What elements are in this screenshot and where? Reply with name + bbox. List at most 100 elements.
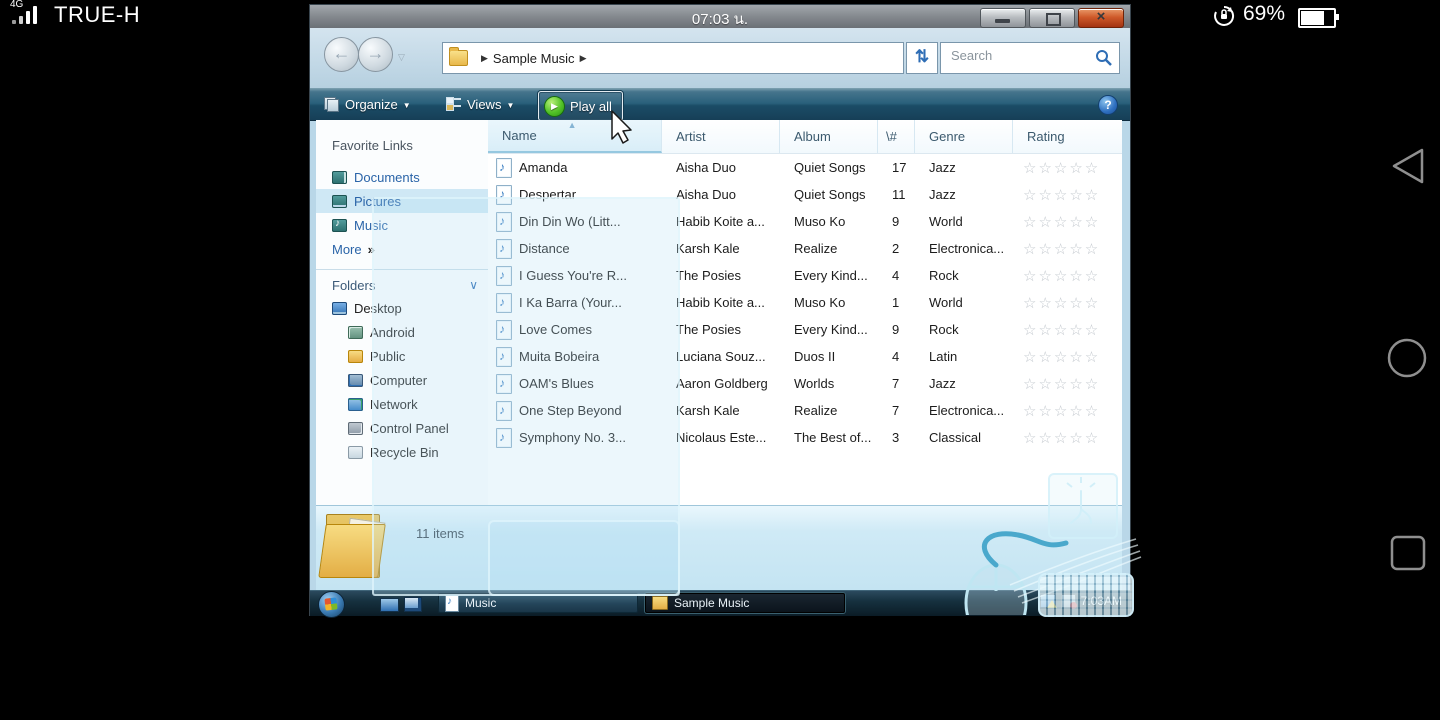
rating-stars[interactable]: ☆☆☆☆☆ xyxy=(1013,213,1122,231)
user-folder-icon xyxy=(348,326,363,339)
explorer-window: 07:03 น. × ← → ▽ ▶ Sample Music ▶ ⇅ xyxy=(310,5,1130,615)
tree-item-android[interactable]: Android xyxy=(316,320,488,344)
views-icon xyxy=(446,97,462,111)
cell-name: Love Comes xyxy=(488,320,662,340)
back-nav-button[interactable]: ← xyxy=(324,37,359,72)
folder-icon xyxy=(348,350,363,363)
rating-stars[interactable]: ☆☆☆☆☆ xyxy=(1013,402,1122,420)
folder-tree: DesktopAndroidPublicComputerNetworkContr… xyxy=(316,296,488,464)
forward-nav-button[interactable]: → xyxy=(358,37,393,72)
tree-item-network[interactable]: Network xyxy=(316,392,488,416)
folders-header[interactable]: Folders ∨ xyxy=(316,274,488,296)
search-icon xyxy=(1095,49,1113,67)
rating-stars[interactable]: ☆☆☆☆☆ xyxy=(1013,321,1122,339)
back-button[interactable] xyxy=(1386,146,1430,186)
table-row[interactable]: Muita BobeiraLuciana Souz...Duos II4Lati… xyxy=(488,343,1122,370)
rating-stars[interactable]: ☆☆☆☆☆ xyxy=(1013,159,1122,177)
taskbar-button-sample-music[interactable]: Sample Music xyxy=(645,593,845,613)
views-menu-button[interactable]: Views ▼ xyxy=(446,88,514,120)
task-label: Sample Music xyxy=(674,596,749,610)
cell-genre: Classical xyxy=(915,430,1013,445)
table-row[interactable]: AmandaAisha DuoQuiet Songs17Jazz☆☆☆☆☆ xyxy=(488,154,1122,181)
recent-pages-dropdown-icon[interactable]: ▽ xyxy=(398,52,405,63)
cell-track-number: 4 xyxy=(878,349,915,364)
cell-genre: Rock xyxy=(915,322,1013,337)
rating-stars[interactable]: ☆☆☆☆☆ xyxy=(1013,348,1122,366)
table-row[interactable]: Din Din Wo (Litt...Habib Koite a...Muso … xyxy=(488,208,1122,235)
sidebar-item-pictures[interactable]: Pictures xyxy=(316,189,488,213)
column-header-name[interactable]: Name ▲ xyxy=(488,120,662,153)
tree-item-recycle-bin[interactable]: Recycle Bin xyxy=(316,440,488,464)
cell-name: I Ka Barra (Your... xyxy=(488,293,662,313)
start-button[interactable] xyxy=(318,591,345,618)
cell-artist: Aisha Duo xyxy=(662,160,780,175)
signal-4g-label: 4G xyxy=(10,0,23,10)
cell-track-number: 3 xyxy=(878,430,915,445)
search-input[interactable] xyxy=(949,47,1083,64)
breadcrumb-arrow-icon[interactable]: ▶ xyxy=(481,53,488,64)
table-row[interactable]: OAM's BluesAaron GoldbergWorlds7Jazz☆☆☆☆… xyxy=(488,370,1122,397)
tree-item-desktop[interactable]: Desktop xyxy=(316,296,488,320)
table-row[interactable]: One Step BeyondKarsh KaleRealize7Electro… xyxy=(488,397,1122,424)
organize-menu-button[interactable]: Organize ▼ xyxy=(324,88,411,120)
tree-item-control-panel[interactable]: Control Panel xyxy=(316,416,488,440)
tree-item-computer[interactable]: Computer xyxy=(316,368,488,392)
table-row[interactable]: Love ComesThe PosiesEvery Kind...9Rock☆☆… xyxy=(488,316,1122,343)
breadcrumb[interactable]: ▶ Sample Music ▶ xyxy=(442,42,904,74)
cell-name: Muita Bobeira xyxy=(488,347,662,367)
chevron-down-icon: ▼ xyxy=(506,101,514,110)
cell-genre: Jazz xyxy=(915,187,1013,202)
sidebar-item-more[interactable]: More » xyxy=(316,237,488,261)
recents-button[interactable] xyxy=(1388,533,1428,573)
cell-artist: Luciana Souz... xyxy=(662,349,780,364)
organize-label: Organize xyxy=(345,97,398,112)
table-row[interactable]: DistanceKarsh KaleRealize2Electronica...… xyxy=(488,235,1122,262)
chevron-down-icon: ▼ xyxy=(403,101,411,110)
rating-stars[interactable]: ☆☆☆☆☆ xyxy=(1013,294,1122,312)
column-header-genre[interactable]: Genre xyxy=(915,120,1013,153)
music-file-icon xyxy=(496,158,512,178)
breadcrumb-arrow-icon[interactable]: ▶ xyxy=(580,53,587,64)
sidebar-item-label: Music xyxy=(354,218,388,233)
rating-stars[interactable]: ☆☆☆☆☆ xyxy=(1013,267,1122,285)
table-row[interactable]: I Ka Barra (Your...Habib Koite a...Muso … xyxy=(488,289,1122,316)
column-header-album[interactable]: Album xyxy=(780,120,878,153)
minimize-button[interactable] xyxy=(980,8,1026,28)
close-button[interactable]: × xyxy=(1078,8,1124,28)
taskbar-button-music[interactable]: Music xyxy=(438,593,638,613)
show-desktop-icon[interactable] xyxy=(380,598,399,612)
breadcrumb-crumb[interactable]: Sample Music xyxy=(493,51,575,66)
column-header-artist[interactable]: Artist xyxy=(662,120,780,153)
tray-clock: 7:03AM xyxy=(1081,594,1122,608)
search-box[interactable] xyxy=(940,42,1120,74)
column-header-track-number[interactable]: \# xyxy=(878,120,915,153)
tree-item-public[interactable]: Public xyxy=(316,344,488,368)
column-header-row: Name ▲ Artist Album \# Genre Rating xyxy=(488,120,1122,154)
home-button[interactable] xyxy=(1386,336,1430,380)
sidebar-item-documents[interactable]: Documents xyxy=(316,165,488,189)
column-header-rating[interactable]: Rating xyxy=(1013,120,1122,153)
address-bar-row: ← → ▽ ▶ Sample Music ▶ ⇅ xyxy=(310,28,1130,89)
cell-name: One Step Beyond xyxy=(488,401,662,421)
tray-warning-icon[interactable] xyxy=(1040,594,1056,608)
battery-icon xyxy=(1298,8,1336,28)
cell-artist: The Posies xyxy=(662,268,780,283)
sidebar-item-music[interactable]: Music xyxy=(316,213,488,237)
content-area: Favorite Links DocumentsPicturesMusic Mo… xyxy=(316,120,1122,505)
help-button[interactable]: ? xyxy=(1098,95,1118,115)
table-row[interactable]: Symphony No. 3...Nicolaus Este...The Bes… xyxy=(488,424,1122,451)
cell-genre: Rock xyxy=(915,268,1013,283)
organize-icon xyxy=(324,97,340,111)
rating-stars[interactable]: ☆☆☆☆☆ xyxy=(1013,186,1122,204)
table-row[interactable]: DespertarAisha DuoQuiet Songs11Jazz☆☆☆☆☆ xyxy=(488,181,1122,208)
cell-name: Symphony No. 3... xyxy=(488,428,662,448)
rating-stars[interactable]: ☆☆☆☆☆ xyxy=(1013,375,1122,393)
rating-stars[interactable]: ☆☆☆☆☆ xyxy=(1013,429,1122,447)
rating-stars[interactable]: ☆☆☆☆☆ xyxy=(1013,240,1122,258)
tray-network-icon[interactable] xyxy=(1061,594,1076,608)
window-title-bar[interactable]: 07:03 น. × xyxy=(310,5,1130,29)
refresh-button[interactable]: ⇅ xyxy=(906,42,938,74)
maximize-button[interactable] xyxy=(1029,8,1075,28)
switch-windows-icon[interactable] xyxy=(404,597,422,612)
table-row[interactable]: I Guess You're R...The PosiesEvery Kind.… xyxy=(488,262,1122,289)
